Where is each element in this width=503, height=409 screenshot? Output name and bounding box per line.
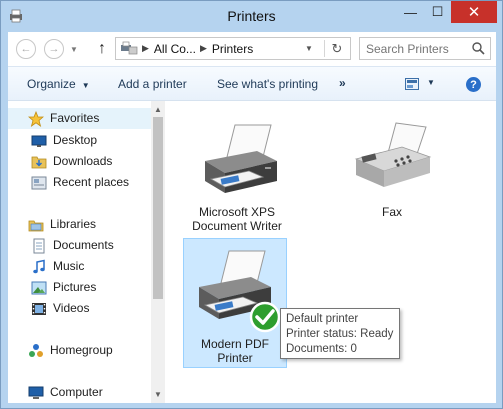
address-bar[interactable]: ▶ All Co... ▶ Printers ▼ ↻ [115, 37, 351, 60]
breadcrumb-separator-icon[interactable]: ▶ [142, 43, 149, 54]
recent-places-icon [31, 176, 47, 190]
device-label: Modern PDF Printer [200, 337, 270, 365]
nav-label: Music [53, 259, 85, 273]
tooltip-default-printer: Default printer [286, 313, 359, 325]
address-dropdown-icon[interactable]: ▼ [305, 44, 313, 53]
nav-item-libraries[interactable]: Libraries [8, 214, 151, 235]
star-icon [28, 111, 44, 127]
view-options-chevron-icon[interactable]: ▼ [427, 78, 435, 87]
nav-item-computer[interactable]: Computer [8, 382, 151, 403]
device-label: Fax [381, 205, 402, 219]
pictures-icon [31, 281, 47, 295]
nav-item-videos[interactable]: Videos [8, 298, 151, 319]
tooltip-documents: Documents: 0 [286, 343, 357, 355]
nav-label: Downloads [53, 154, 113, 168]
nav-item-recent-places[interactable]: Recent places [8, 172, 151, 193]
maximize-button[interactable]: ☐ [424, 1, 451, 23]
nav-label: Computer [50, 385, 103, 399]
organize-label: Organize [27, 77, 76, 91]
device-modern-pdf-printer[interactable]: Modern PDF Printer [183, 238, 287, 368]
scroll-up-icon[interactable]: ▲ [154, 105, 162, 114]
printer-default-icon [199, 250, 281, 333]
homegroup-icon [29, 344, 43, 357]
address-row: ← → ▼ ↑ ▶ All Co... ▶ Printers ▼ ↻ [8, 32, 496, 66]
forward-button[interactable]: → [44, 39, 64, 59]
nav-item-pictures[interactable]: Pictures [8, 277, 151, 298]
search-icon[interactable] [472, 42, 485, 55]
recent-locations-chevron-icon[interactable]: ▼ [68, 43, 80, 55]
navigation-pane: Favorites Desktop Downloads Recent place… [8, 101, 151, 403]
desktop-icon [31, 135, 47, 147]
breadcrumb-printers[interactable]: Printers [212, 42, 253, 56]
search-box[interactable] [359, 37, 491, 60]
nav-label: Libraries [50, 217, 97, 231]
see-whats-printing-button[interactable]: See what's printing [217, 77, 318, 91]
refresh-icon[interactable]: ↻ [328, 40, 346, 58]
breadcrumb-all-control-panel[interactable]: All Co... [154, 42, 196, 56]
nav-label: Videos [53, 301, 90, 315]
more-commands-button[interactable]: » [339, 76, 346, 90]
help-button[interactable]: ? [466, 77, 481, 92]
device-fax[interactable]: Fax [340, 117, 444, 219]
nav-item-downloads[interactable]: Downloads [8, 151, 151, 172]
title-bar[interactable]: Printers — ☐ ✕ [1, 1, 502, 32]
tooltip-printer-status: Printer status: Ready [286, 328, 394, 340]
nav-item-homegroup[interactable]: Homegroup [8, 340, 151, 361]
up-arrow-icon[interactable]: ↑ [92, 39, 112, 59]
printer-icon [205, 124, 277, 193]
printer-location-icon [121, 41, 138, 55]
address-divider [324, 40, 325, 57]
fax-icon [354, 122, 432, 187]
film-strip-icon [32, 303, 46, 315]
command-bar: Organize ▼ Add a printer See what's print… [8, 66, 496, 101]
nav-label: Homegroup [50, 343, 113, 357]
printer-tooltip: Default printer Printer status: Ready Do… [280, 308, 400, 359]
device-xps-writer[interactable]: Microsoft XPS Document Writer [185, 117, 289, 233]
documents-icon [33, 238, 45, 254]
breadcrumb-separator-icon[interactable]: ▶ [200, 43, 207, 54]
nav-label: Pictures [53, 280, 97, 294]
default-check-icon [249, 301, 281, 333]
organize-button[interactable]: Organize ▼ [27, 77, 90, 91]
nav-item-music[interactable]: Music [8, 256, 151, 277]
scroll-down-icon[interactable]: ▼ [154, 390, 162, 399]
scrollbar-thumb[interactable] [153, 117, 163, 299]
navigation-scrollbar[interactable]: ▲ ▼ [151, 101, 165, 403]
minimize-button[interactable]: — [397, 1, 424, 23]
nav-item-desktop[interactable]: Desktop [8, 130, 151, 151]
nav-label: Documents [53, 238, 114, 252]
nav-item-favorites[interactable]: Favorites [8, 108, 151, 129]
change-view-icon[interactable] [405, 78, 419, 90]
add-printer-button[interactable]: Add a printer [118, 77, 187, 91]
computer-icon [28, 386, 44, 399]
search-input[interactable] [366, 41, 466, 57]
device-label: Microsoft XPS Document Writer [192, 205, 282, 233]
nav-label: Favorites [50, 111, 100, 125]
explorer-window: Printers — ☐ ✕ ← → ▼ ↑ ▶ All Co... ▶ Pri… [0, 0, 503, 409]
libraries-icon [28, 220, 44, 232]
chevron-down-icon: ▼ [81, 81, 90, 90]
back-button[interactable]: ← [16, 39, 36, 59]
nav-label: Recent places [53, 175, 130, 189]
music-note-icon [33, 259, 45, 274]
nav-item-documents[interactable]: Documents [8, 235, 151, 256]
downloads-folder-icon [31, 156, 47, 169]
close-button[interactable]: ✕ [451, 1, 497, 23]
nav-label: Desktop [53, 133, 98, 147]
